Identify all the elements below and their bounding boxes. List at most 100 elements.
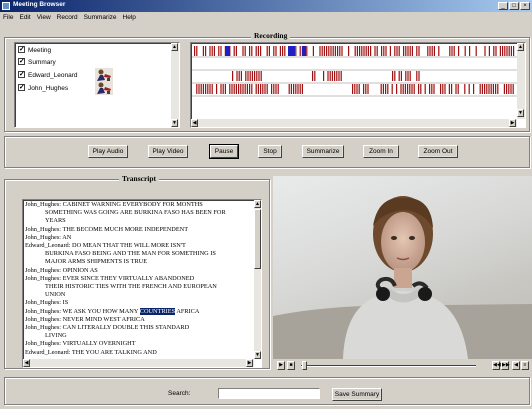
scroll-up-icon[interactable]: ▲ (517, 43, 524, 51)
timeline-segment (409, 84, 411, 94)
timeline-segment (497, 84, 499, 94)
player-bar: ▶ ■ ◀◀ ▶▶ ◀ ≡ (273, 359, 532, 371)
summarize-button[interactable]: Summarize (302, 145, 344, 158)
scroll-right-icon[interactable]: ▶ (509, 119, 516, 127)
timeline-segment (354, 84, 356, 94)
timeline-segment (336, 71, 338, 81)
save-summary-button[interactable]: Save Summary (332, 388, 382, 401)
transcript-line[interactable]: John_Hughes: VIRTUALLY OVERNIGHT (25, 340, 226, 348)
track-item-john-hughes[interactable]: ✓ John_Hughes (18, 83, 68, 94)
close-button[interactable]: × (520, 2, 530, 10)
highlighted-word[interactable]: COUNTRIES (139, 307, 176, 315)
transcript-line[interactable]: SOMETHING WAS GOING ARE BURKINA FASO HAS… (25, 209, 226, 217)
transcript-line[interactable]: MAJOR ARMS SHIPMENTS IS TRUE (25, 258, 226, 266)
menu-summarize[interactable]: Summarize (81, 12, 120, 23)
meeting-checkbox[interactable]: ✓ (18, 45, 25, 53)
timeline-segment (340, 71, 342, 81)
scroll-thumb[interactable] (254, 209, 261, 269)
track-item-meeting[interactable]: ✓ Meeting (18, 45, 51, 56)
minimize-button[interactable]: _ (498, 2, 508, 10)
edward-leonard-checkbox[interactable]: ✓ (18, 70, 25, 78)
zoom-in-button[interactable]: Zoom In (363, 145, 399, 158)
timeline-segment (512, 84, 514, 94)
timeline-view[interactable]: ▲ ▼ ◀ ▶ (190, 42, 526, 128)
timeline-segment (277, 84, 279, 94)
transcript-line[interactable]: John_Hughes: EVER SINCE THEY VIRTUALLY A… (25, 275, 226, 283)
timeline-segment (334, 46, 336, 56)
timeline-segment (218, 46, 220, 56)
john-hughes-checkbox[interactable]: ✓ (18, 83, 25, 91)
transcript-line[interactable]: BURKINA FASO BEING AND THE MAN FOR SOMET… (25, 250, 226, 258)
play-video-button[interactable]: Play Video (148, 145, 188, 158)
timeline-segment (464, 84, 466, 94)
fast-forward-icon[interactable]: ▶▶ (501, 361, 510, 370)
menu-help[interactable]: Help (120, 12, 139, 23)
timeline-segment (396, 84, 398, 94)
timeline-segment (271, 84, 273, 94)
volume-slider-icon[interactable]: ≡ (521, 361, 529, 370)
scroll-left-icon[interactable]: ◀ (23, 359, 30, 367)
scroll-down-icon[interactable]: ▼ (254, 351, 261, 359)
track-list-scrollbar[interactable]: ▲ ▼ (171, 43, 179, 127)
pause-button[interactable]: Pause (210, 145, 238, 158)
track-label: Meeting (28, 47, 52, 54)
timeline-segment (429, 46, 431, 56)
menu-view[interactable]: View (34, 12, 54, 23)
menu-edit[interactable]: Edit (16, 12, 33, 23)
transcript-line[interactable]: John_Hughes: AN (25, 234, 226, 242)
timeline-canvas[interactable] (192, 44, 518, 118)
transcript-line[interactable]: YEARS (25, 217, 226, 225)
transcript-line[interactable]: UNION (25, 291, 226, 299)
transcript-line[interactable]: Edward_Leonard: DO MEAN THAT THE WILL MO… (25, 242, 226, 250)
track-item-summary[interactable]: ✓ Summary (18, 57, 56, 68)
timeline-segment (255, 46, 257, 56)
timeline-segment (438, 46, 440, 56)
transcript-line[interactable]: John_Hughes: IS (25, 299, 226, 307)
timeline-segment (473, 84, 475, 94)
transcript-vscroll[interactable]: ▲ ▼ (254, 200, 261, 359)
play-icon[interactable]: ▶ (277, 361, 285, 370)
timeline-segment (407, 46, 409, 56)
scroll-right-icon[interactable]: ▶ (246, 359, 253, 367)
menu-record[interactable]: Record (54, 12, 81, 23)
timeline-segment (348, 46, 350, 56)
transcript-line[interactable]: LIVING (25, 332, 226, 340)
transcript-line[interactable]: John_Hughes: OPINION AS (25, 267, 226, 275)
transcript-text[interactable]: John_Hughes: CABINET WARNING EVERYBODY F… (22, 199, 262, 368)
scroll-up-icon[interactable]: ▲ (254, 200, 261, 208)
maximize-button[interactable]: □ (509, 2, 519, 10)
zoom-out-button[interactable]: Zoom Out (418, 145, 458, 158)
transcript-hscroll[interactable]: ◀ ▶ (23, 359, 254, 367)
timeline-segment (337, 46, 339, 56)
seek-slider-handle[interactable] (302, 361, 307, 370)
summary-checkbox[interactable]: ✓ (18, 57, 25, 65)
transcript-line[interactable]: Edward_Leonard: THE YOU ARE TALKING AND (25, 349, 226, 357)
scroll-up-icon[interactable]: ▲ (171, 43, 178, 51)
menu-file[interactable]: File (0, 12, 16, 23)
timeline-segment (424, 84, 426, 94)
transcript-line[interactable]: John_Hughes: NEVER MIND WEST AFRICA (25, 316, 226, 324)
transcript-line[interactable]: THEIR HISTORIC TIES WITH THE FRENCH AND … (25, 283, 226, 291)
scroll-left-icon[interactable]: ◀ (191, 119, 198, 127)
rewind-icon[interactable]: ◀◀ (492, 361, 501, 370)
timeline-marker (288, 46, 295, 56)
transcript-line[interactable]: John_Hughes: CABINET WARNING EVERYBODY F… (25, 201, 226, 209)
play-audio-button[interactable]: Play Audio (88, 145, 128, 158)
transcript-line[interactable]: John_Hughes: WE ASK YOU HOW MANY COUNTRI… (25, 307, 226, 316)
transcript-line-text: John_Hughes: THE BECOME MUCH MORE INDEPE… (25, 225, 189, 233)
transcript-line[interactable]: John_Hughes: THE BECOME MUCH MORE INDEPE… (25, 226, 226, 234)
scroll-down-icon[interactable]: ▼ (517, 109, 524, 117)
transcript-line-text: MAJOR ARMS SHIPMENTS IS TRUE (45, 258, 148, 266)
timeline-segment (301, 84, 303, 94)
scroll-down-icon[interactable]: ▼ (171, 119, 178, 127)
search-input[interactable] (218, 388, 320, 399)
transcript-line-text: AFRICA (175, 307, 200, 315)
timeline-hscroll[interactable]: ◀ ▶ (191, 119, 517, 127)
seek-track[interactable] (301, 365, 476, 367)
volume-icon[interactable]: ◀ (512, 361, 520, 370)
timeline-vscroll[interactable]: ▲ ▼ (517, 43, 525, 119)
transcript-line[interactable]: John_Hughes: CAN LITERALLY DOUBLE THIS S… (25, 324, 226, 332)
stop-icon[interactable]: ■ (287, 361, 295, 370)
stop-button[interactable]: Stop (258, 145, 282, 158)
timeline-segment (374, 46, 376, 56)
